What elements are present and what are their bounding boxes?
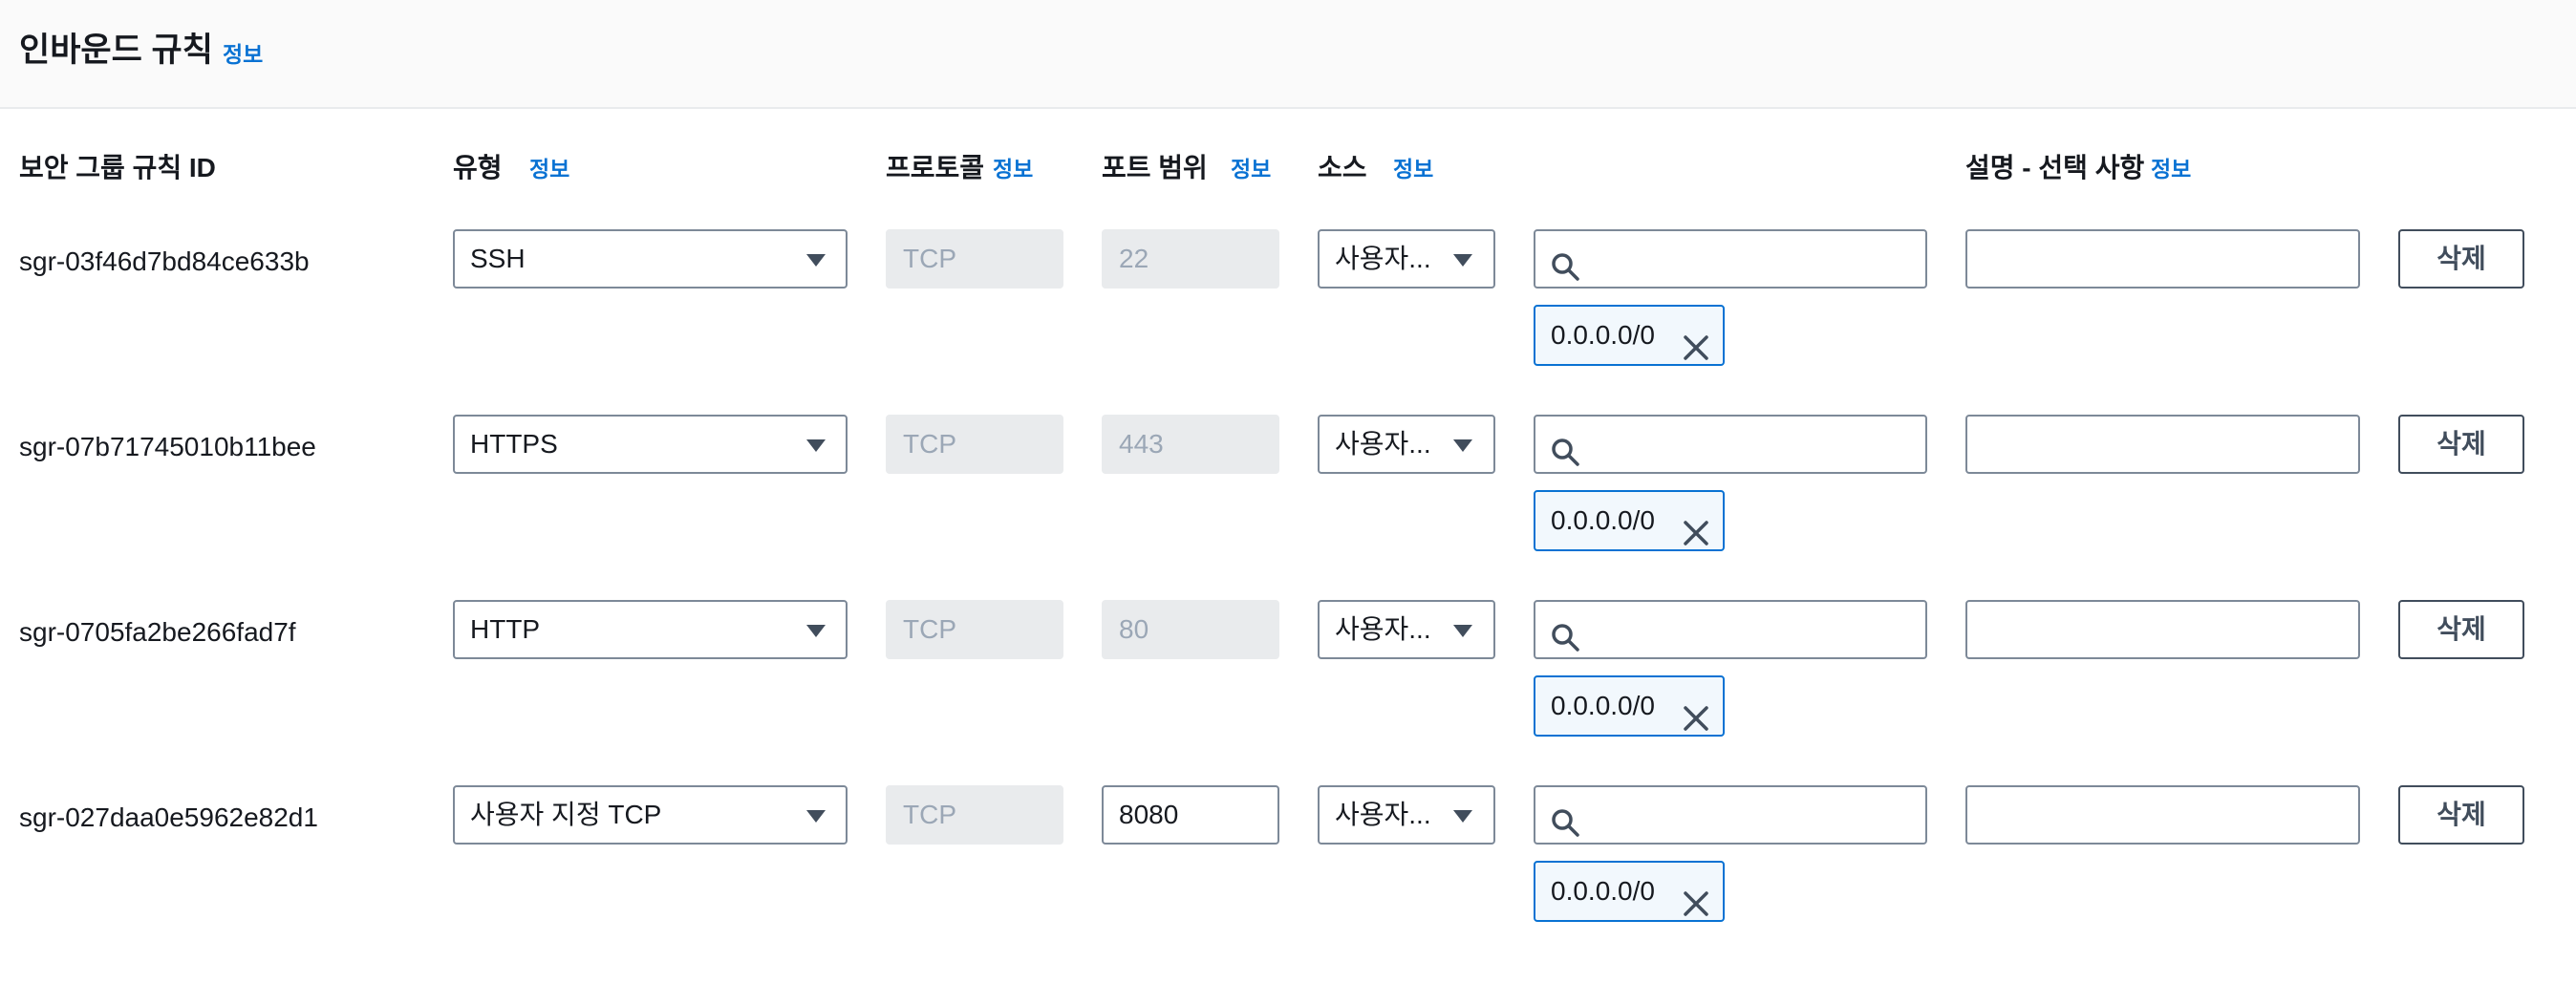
source-token-label: 0.0.0.0/0 — [1551, 505, 1655, 535]
source-token-label: 0.0.0.0/0 — [1551, 876, 1655, 906]
caret-down-icon — [1453, 439, 1472, 452]
source-search-input[interactable] — [1534, 785, 1927, 845]
caret-down-icon — [1453, 254, 1472, 267]
delete-button[interactable]: 삭제 — [2398, 415, 2524, 474]
title-info-link[interactable]: 정보 — [223, 36, 263, 69]
source-type-select[interactable]: 사용자... — [1318, 785, 1495, 845]
type-select-value: 사용자 지정 TCP — [470, 800, 662, 829]
protocol-field: TCP — [886, 229, 1063, 289]
caret-down-icon — [806, 625, 826, 637]
rule-id: sgr-0705fa2be266fad7f — [19, 617, 296, 647]
rule-id: sgr-07b71745010b11bee — [19, 432, 316, 461]
description-input[interactable] — [1965, 415, 2360, 474]
rule-id: sgr-027daa0e5962e82d1 — [19, 802, 318, 832]
page-header: 인바운드 규칙 정보 — [0, 0, 2576, 109]
rule-id: sgr-03f46d7bd84ce633b — [19, 246, 310, 276]
type-select-value: SSH — [470, 244, 526, 273]
description-input[interactable] — [1965, 785, 2360, 845]
search-icon — [1551, 430, 1579, 466]
page-title: 인바운드 규칙 — [19, 32, 213, 69]
caret-down-icon — [1453, 810, 1472, 823]
type-select[interactable]: 사용자 지정 TCP — [453, 785, 848, 845]
source-search-input[interactable] — [1534, 229, 1927, 289]
source-token: 0.0.0.0/0 — [1534, 490, 1725, 551]
protocol-info-link[interactable]: 정보 — [993, 151, 1033, 183]
close-icon[interactable] — [1683, 324, 1709, 360]
source-info-link[interactable]: 정보 — [1393, 151, 1433, 183]
source-type-value: 사용자... — [1335, 429, 1431, 459]
port-range-input[interactable]: 8080 — [1102, 785, 1279, 845]
port-range-info-link[interactable]: 정보 — [1231, 151, 1271, 183]
protocol-field: TCP — [886, 785, 1063, 845]
source-token-label: 0.0.0.0/0 — [1551, 320, 1655, 350]
rule-row: sgr-07b71745010b11bee HTTPS TCP 443 사용자.… — [0, 415, 2576, 613]
source-type-select[interactable]: 사용자... — [1318, 600, 1495, 659]
source-token-label: 0.0.0.0/0 — [1551, 691, 1655, 720]
column-header-source: 소스 — [1318, 153, 1367, 182]
description-input[interactable] — [1965, 229, 2360, 289]
description-input[interactable] — [1965, 600, 2360, 659]
delete-button[interactable]: 삭제 — [2398, 785, 2524, 845]
rule-row: sgr-027daa0e5962e82d1 사용자 지정 TCP TCP 808… — [0, 785, 2576, 984]
delete-button[interactable]: 삭제 — [2398, 600, 2524, 659]
delete-button[interactable]: 삭제 — [2398, 229, 2524, 289]
source-type-select[interactable]: 사용자... — [1318, 415, 1495, 474]
type-select[interactable]: HTTPS — [453, 415, 848, 474]
port-range-input: 22 — [1102, 229, 1279, 289]
type-select[interactable]: SSH — [453, 229, 848, 289]
type-select-value: HTTP — [470, 614, 541, 644]
column-header-protocol: 프로토콜 — [886, 153, 985, 182]
search-icon — [1551, 801, 1579, 837]
column-header-type: 유형 — [453, 153, 503, 182]
column-header-rule-id: 보안 그룹 규칙 ID — [19, 153, 216, 182]
column-header-description: 설명 - 선택 사항 — [1965, 153, 2145, 182]
port-range-input: 443 — [1102, 415, 1279, 474]
description-info-link[interactable]: 정보 — [2151, 151, 2191, 183]
rule-row: sgr-03f46d7bd84ce633b SSH TCP 22 사용자... … — [0, 229, 2576, 428]
protocol-field: TCP — [886, 415, 1063, 474]
source-token: 0.0.0.0/0 — [1534, 861, 1725, 922]
source-search-input[interactable] — [1534, 415, 1927, 474]
search-icon — [1551, 615, 1579, 652]
protocol-field: TCP — [886, 600, 1063, 659]
port-range-input: 80 — [1102, 600, 1279, 659]
search-icon — [1551, 245, 1579, 281]
type-select[interactable]: HTTP — [453, 600, 848, 659]
close-icon[interactable] — [1683, 695, 1709, 731]
caret-down-icon — [806, 810, 826, 823]
close-icon[interactable] — [1683, 509, 1709, 545]
source-type-select[interactable]: 사용자... — [1318, 229, 1495, 289]
caret-down-icon — [806, 254, 826, 267]
column-header-port-range: 포트 범위 — [1102, 153, 1208, 182]
close-icon[interactable] — [1683, 880, 1709, 916]
type-info-link[interactable]: 정보 — [529, 151, 569, 183]
source-token: 0.0.0.0/0 — [1534, 305, 1725, 366]
source-type-value: 사용자... — [1335, 800, 1431, 829]
rule-row: sgr-0705fa2be266fad7f HTTP TCP 80 사용자...… — [0, 600, 2576, 799]
source-token: 0.0.0.0/0 — [1534, 675, 1725, 737]
caret-down-icon — [806, 439, 826, 452]
source-search-input[interactable] — [1534, 600, 1927, 659]
source-type-value: 사용자... — [1335, 614, 1431, 644]
type-select-value: HTTPS — [470, 429, 558, 459]
source-type-value: 사용자... — [1335, 244, 1431, 273]
caret-down-icon — [1453, 625, 1472, 637]
